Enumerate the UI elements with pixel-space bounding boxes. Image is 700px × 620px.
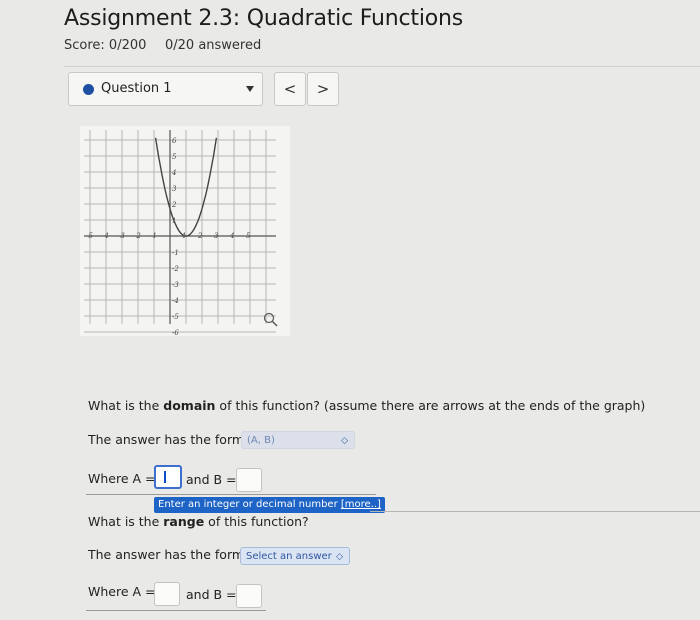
y-tick-label: 3 [172,185,177,193]
y-tick-label: -2 [172,265,179,273]
score-text: Score: 0/200 [64,38,147,53]
page-title: Assignment 2.3: Quadratic Functions [64,6,464,31]
parabola-graph: -5 -4 -3 -2 -1 1 2 3 4 5 654321-1-2-3-4-5-6 [80,126,290,336]
answer-underline [86,494,376,495]
range-a-input[interactable] [154,582,180,606]
domain-keyword: domain [163,398,216,413]
domain-where-a-label: Where A = [88,471,156,486]
range-question: What is the range of this function? [88,514,309,529]
x-tick-label: 4 [229,232,234,240]
range-and-b-label: and B = [186,587,237,602]
input-hint-tooltip: Enter an integer or decimal number [more… [154,497,385,513]
y-tick-label: -1 [172,249,179,257]
x-tick-label: -2 [134,232,141,240]
range-form-select[interactable]: Select an answer ◇ [240,547,350,565]
y-tick-label: 6 [172,137,177,145]
select-arrows-icon: ◇ [341,436,348,446]
question-select-label: Question 1 [101,81,172,96]
caret-down-icon [246,86,254,92]
range-b-input[interactable] [236,584,262,608]
domain-form-select[interactable]: (A, B) ◇ [241,431,355,449]
domain-a-input[interactable] [154,465,182,489]
x-tick-label: 2 [197,232,203,240]
answered-count: 0/20 answered [165,38,262,53]
domain-form-text: The answer has the form [88,432,245,447]
text-cursor [164,471,166,483]
x-tick-label: -5 [86,232,93,240]
header-divider [64,66,700,67]
answer-underline [86,610,266,611]
domain-form-value: (A, B) [247,435,275,446]
range-where-a-label: Where A = [88,584,156,599]
range-form-value: Select an answer [246,551,332,562]
previous-question-button[interactable]: < [274,72,306,106]
question-select[interactable]: Question 1 [68,72,263,106]
y-tick-label: 4 [171,169,176,177]
more-info-link[interactable]: [more..] [341,499,381,510]
range-form-text: The answer has the form [88,547,245,562]
assignment-header: Assignment 2.3: Quadratic Functions Scor… [0,0,700,68]
y-tick-label: 5 [172,153,177,161]
x-tick-label: 5 [246,232,251,240]
y-tick-label: -3 [172,281,179,289]
x-tick-label: -4 [102,232,109,240]
y-tick-label: -4 [172,297,179,305]
y-tick-label: -5 [172,313,179,321]
domain-and-b-label: and B = [186,472,237,487]
domain-b-input[interactable] [236,468,262,492]
x-tick-label: -3 [118,232,125,240]
range-keyword: range [163,514,205,529]
x-tick-label: 3 [214,232,219,240]
select-arrows-icon: ◇ [336,552,343,562]
next-question-button[interactable]: > [307,72,339,106]
y-tick-label: 2 [171,201,177,209]
divider [370,511,700,512]
domain-question: What is the domain of this function? (as… [88,398,646,413]
x-tick-label: -1 [150,232,157,240]
question-status-dot-icon [83,84,94,95]
y-tick-label: -6 [172,329,179,336]
